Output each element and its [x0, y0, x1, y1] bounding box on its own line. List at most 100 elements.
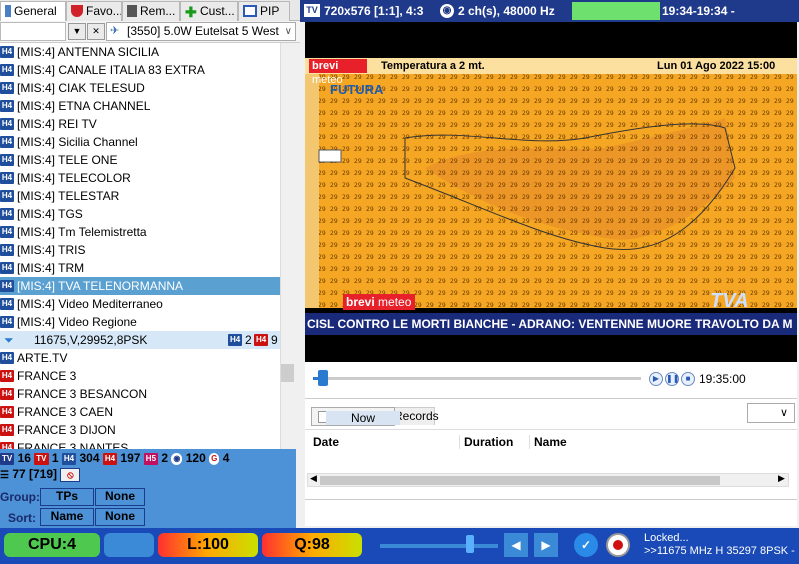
h4-icon: H4: [228, 334, 243, 346]
channel-name: FRANCE 3 NANTES: [17, 441, 129, 449]
channel-row[interactable]: H4 FRANCE 3 NANTES: [0, 439, 280, 449]
h5-icon: H5: [143, 452, 159, 465]
h4-icon: H4: [0, 82, 14, 94]
prev-channel-button[interactable]: ◀: [504, 533, 528, 557]
col-duration[interactable]: Duration: [459, 435, 513, 449]
channel-row[interactable]: H4 [MIS:4] CIAK TELESUD: [0, 79, 280, 97]
tab-strip: General Favo... Rem... ✚ Cust... PIP: [0, 0, 300, 22]
channel-row[interactable]: H4 [MIS:4] TELECOLOR: [0, 169, 280, 187]
h4-icon: H4: [0, 352, 14, 364]
remote-icon: [127, 5, 137, 17]
channel-row[interactable]: H4 [MIS:4] Tm Telemistretta: [0, 223, 280, 241]
scroll-right-icon[interactable]: ▶: [778, 473, 785, 484]
tab-custom[interactable]: ✚ Cust...: [180, 1, 238, 21]
channel-row[interactable]: H4 [MIS:4] Video Mediterraneo: [0, 295, 280, 313]
lock-status: Locked... >>11675 MHz H 35297 8PSK -: [644, 532, 795, 557]
stop-button[interactable]: ■: [681, 372, 695, 386]
channel-row[interactable]: H4 [MIS:4] TRM: [0, 259, 280, 277]
hd-icon: H4: [0, 424, 14, 436]
channel-row[interactable]: H4 [MIS:4] ETNA CHANNEL: [0, 97, 280, 115]
channel-name: FRANCE 3 CAEN: [17, 405, 114, 419]
chevron-down-icon: ∨: [284, 26, 292, 37]
playback-time: 19:35:00: [699, 372, 746, 386]
channel-row[interactable]: H4 [MIS:4] TVA TELENORMANNA: [0, 277, 280, 295]
epg-hscrollbar[interactable]: ◀ ▶: [307, 473, 789, 487]
channel-row[interactable]: H4 FRANCE 3 DIJON: [0, 421, 280, 439]
sort-name-button[interactable]: Name: [40, 508, 94, 526]
plus-icon: ✚: [185, 4, 197, 20]
channel-row[interactable]: H4 FRANCE 3 CAEN: [0, 403, 280, 421]
audio-icon: ◉: [440, 4, 454, 18]
channel-row[interactable]: H4 [MIS:4] Sicilia Channel: [0, 133, 280, 151]
stats-panel: TV 16 TV 1 H4 304 H4 197 H5 2 ◉ 120 G 4 …: [0, 449, 296, 528]
next-channel-button[interactable]: ▶: [534, 533, 558, 557]
channel-name: [MIS:4] Sicilia Channel: [17, 135, 138, 149]
channel-row[interactable]: H4 [MIS:4] Video Regione: [0, 313, 280, 331]
play-button[interactable]: ▶: [649, 372, 663, 386]
channel-name: [MIS:4] REI TV: [17, 117, 97, 131]
channel-row[interactable]: H4 [MIS:4] TGS: [0, 205, 280, 223]
close-button[interactable]: ✕: [87, 23, 105, 40]
channel-row[interactable]: H4 [MIS:4] REI TV: [0, 115, 280, 133]
h4-icon: H4: [0, 46, 14, 58]
seek-handle[interactable]: [317, 370, 328, 386]
channel-row[interactable]: H4 [MIS:4] CANALE ITALIA 83 EXTRA: [0, 61, 280, 79]
channel-row[interactable]: H4 FRANCE 3 BESANCON: [0, 385, 280, 403]
channel-row[interactable]: H4 ARTE.TV: [0, 349, 280, 367]
tab-favorites[interactable]: Favo...: [66, 1, 122, 21]
epg-dropdown[interactable]: ∨: [747, 403, 795, 423]
col-date[interactable]: Date: [313, 435, 339, 449]
channel-name: [MIS:4] TELECOLOR: [17, 171, 131, 185]
satellite-icon: ✈: [110, 25, 120, 37]
hidden-icon: ⦸: [60, 468, 81, 482]
h4-icon: H4: [0, 136, 14, 148]
tab-pip[interactable]: PIP: [238, 1, 290, 21]
volume-handle[interactable]: [466, 535, 474, 553]
channel-name: [MIS:4] Tm Telemistretta: [17, 225, 147, 239]
channel-row[interactable]: H4 [MIS:4] TRIS: [0, 241, 280, 259]
tab-now[interactable]: Now: [311, 407, 400, 426]
channel-name: [MIS:4] CANALE ITALIA 83 EXTRA: [17, 63, 205, 77]
h4-icon: H4: [0, 118, 14, 130]
channel-row[interactable]: H4 FRANCE 3: [0, 367, 280, 385]
expand-icon[interactable]: ⏷: [4, 331, 14, 349]
record-icon: [613, 540, 623, 550]
channel-name: [MIS:4] ETNA CHANNEL: [17, 99, 151, 113]
cpu-indicator: CPU:4: [4, 533, 100, 557]
epg-panel: Records Now ∨ Date Duration Name ◀ ▶: [305, 398, 797, 526]
dropdown-button[interactable]: ▼: [68, 23, 86, 40]
channel-row[interactable]: H4 [MIS:4] TELE ONE: [0, 151, 280, 169]
group-tps-button[interactable]: TPs: [40, 488, 94, 506]
volume-track[interactable]: [380, 544, 498, 548]
epg-hscroll-thumb[interactable]: [320, 476, 720, 485]
h4-icon: H4: [0, 190, 14, 202]
channel-list-scrollbar[interactable]: [280, 43, 296, 449]
channel-name: FRANCE 3 DIJON: [17, 423, 116, 437]
tab-general[interactable]: General: [0, 1, 66, 22]
col-name[interactable]: Name: [529, 435, 567, 449]
filter-input[interactable]: [0, 22, 66, 41]
pause-button[interactable]: ❚❚: [665, 372, 679, 386]
signal-indicator: [572, 2, 660, 20]
pip-icon: [243, 5, 257, 17]
channel-row[interactable]: H4 [MIS:4] ANTENNA SICILIA: [0, 43, 280, 61]
seek-track[interactable]: [313, 377, 641, 380]
group-none-button[interactable]: None: [95, 488, 145, 506]
scrollbar-thumb[interactable]: [281, 364, 294, 382]
channel-name: [MIS:4] Video Regione: [17, 315, 137, 329]
channel-row[interactable]: H4 [MIS:4] TELESTAR: [0, 187, 280, 205]
transponder-row[interactable]: ⏷ 11675,V,29952,8PSK H4 2 H4 9: [0, 331, 280, 349]
hd-icon: H4: [254, 334, 269, 346]
h4-icon: H4: [0, 298, 14, 310]
tab-remote[interactable]: Rem...: [122, 1, 180, 21]
satellite-select[interactable]: ✈ [3550] 5.0W Eutelsat 5 West ∨: [106, 22, 296, 41]
scroll-left-icon[interactable]: ◀: [310, 473, 317, 484]
record-button[interactable]: [606, 533, 630, 557]
sort-none-button[interactable]: None: [95, 508, 145, 526]
check-icon[interactable]: ✓: [574, 533, 598, 557]
channel-list[interactable]: H4 [MIS:4] ANTENNA SICILIA H4 [MIS:4] CANAL…: [0, 43, 280, 449]
h4-icon: H4: [0, 208, 14, 220]
radio-icon: TV: [34, 452, 49, 465]
channel-name: FRANCE 3 BESANCON: [17, 387, 148, 401]
futura-logo: FUTURA: [330, 82, 384, 97]
